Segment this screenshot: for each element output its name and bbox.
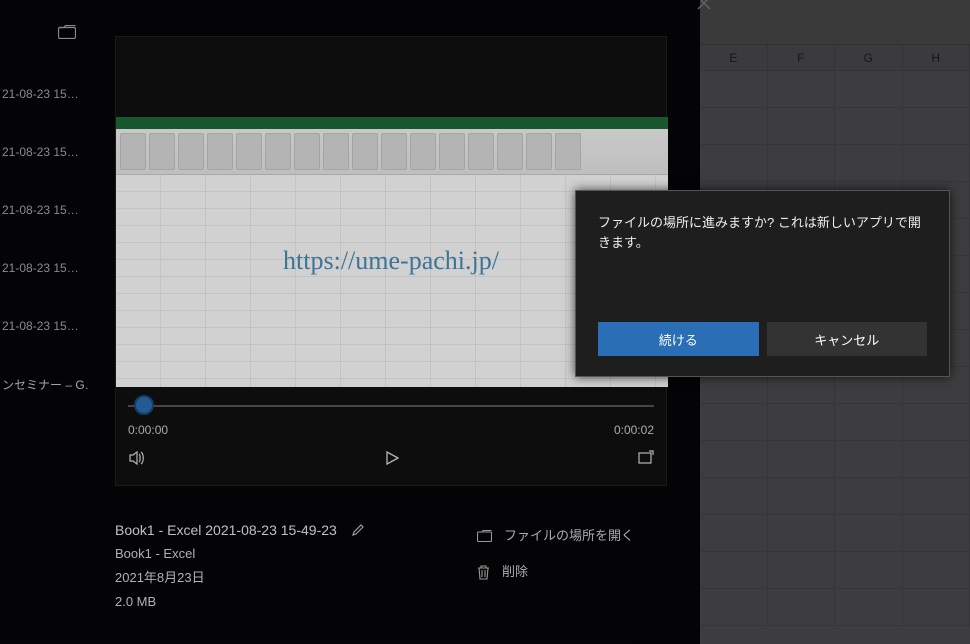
confirmation-dialog: ファイルの場所に進みますか? これは新しいアプリで開きます。 続ける キャンセル: [575, 190, 950, 377]
continue-button[interactable]: 続ける: [598, 322, 759, 356]
cancel-button[interactable]: キャンセル: [767, 322, 928, 356]
dialog-message: ファイルの場所に進みますか? これは新しいアプリで開きます。: [598, 213, 927, 252]
